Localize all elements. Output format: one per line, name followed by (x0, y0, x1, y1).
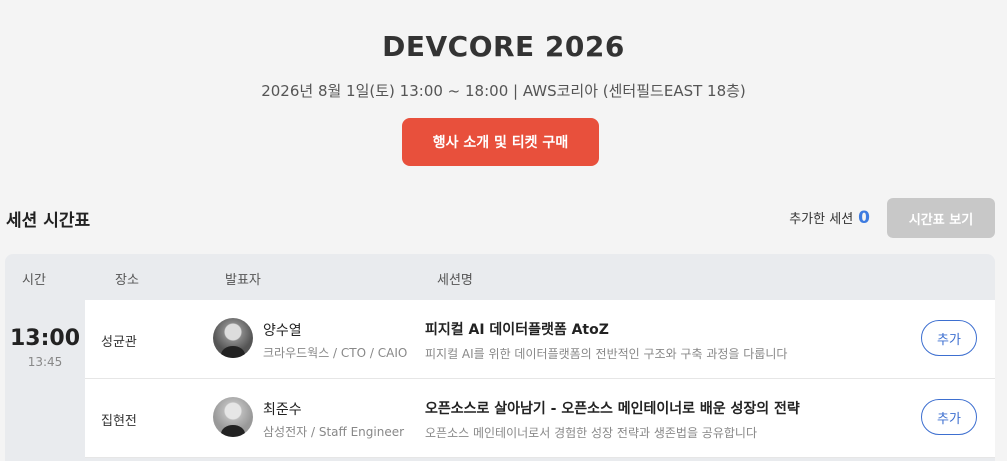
section-title: 세션 시간표 (6, 211, 91, 231)
table-header: 시간 장소 발표자 세션명 (5, 254, 995, 300)
ticket-purchase-button[interactable]: 행사 소개 및 티켓 구매 (402, 118, 599, 166)
venue: 집현전 (101, 414, 137, 429)
session-title[interactable]: 오픈소스로 살아남기 - 오픈소스 메인테이너로 배운 성장의 전략 (425, 398, 800, 418)
avatar (213, 318, 253, 358)
event-meta: 2026년 8월 1일(토) 13:00 ~ 18:00 | AWS코리아 (센… (261, 82, 746, 100)
header-time: 시간 (22, 273, 46, 288)
add-session-button[interactable]: 추가 (921, 320, 977, 356)
table-row: 집현전 최준수 삼성전자 / Staff Engineer 오픈소스로 살아남기… (85, 379, 995, 458)
added-sessions-label: 추가한 세션 (789, 212, 854, 227)
venue: 성균관 (101, 335, 137, 350)
session-description: 오픈소스 메인테이너로서 경험한 성장 전략과 생존법을 공유합니다 (425, 426, 758, 440)
header-session: 세션명 (437, 273, 473, 288)
slot-end-time: 13:45 (27, 355, 63, 369)
header-venue: 장소 (115, 273, 139, 288)
slot-start-time: 13:00 (9, 326, 81, 351)
time-slot: 13:00 13:45 (5, 300, 85, 369)
speaker-name: 양수열 (263, 323, 302, 339)
add-session-button[interactable]: 추가 (921, 399, 977, 435)
avatar (213, 397, 253, 437)
speaker-role: 삼성전자 / Staff Engineer (263, 425, 405, 439)
session-title[interactable]: 피지컬 AI 데이터플랫폼 AtoZ (425, 319, 609, 339)
event-title: DEVCORE 2026 (382, 30, 625, 63)
session-description: 피지컬 AI를 위한 데이터플랫폼의 전반적인 구조와 구축 과정을 다룹니다 (425, 347, 788, 361)
header-speaker: 발표자 (225, 273, 261, 288)
speaker-role: 크라우드웍스 / CTO / CAIO (263, 346, 408, 360)
view-timetable-button[interactable]: 시간표 보기 (887, 198, 995, 238)
session-table: 시간 장소 발표자 세션명 13:00 13:45 성균관 양수열 크라우드웍스… (5, 254, 995, 461)
speaker-name: 최준수 (263, 402, 302, 418)
added-sessions: 추가한 세션 0 (789, 208, 870, 228)
added-sessions-count: 0 (858, 208, 870, 228)
table-row: 성균관 양수열 크라우드웍스 / CTO / CAIO 피지컬 AI 데이터플랫… (85, 300, 995, 379)
